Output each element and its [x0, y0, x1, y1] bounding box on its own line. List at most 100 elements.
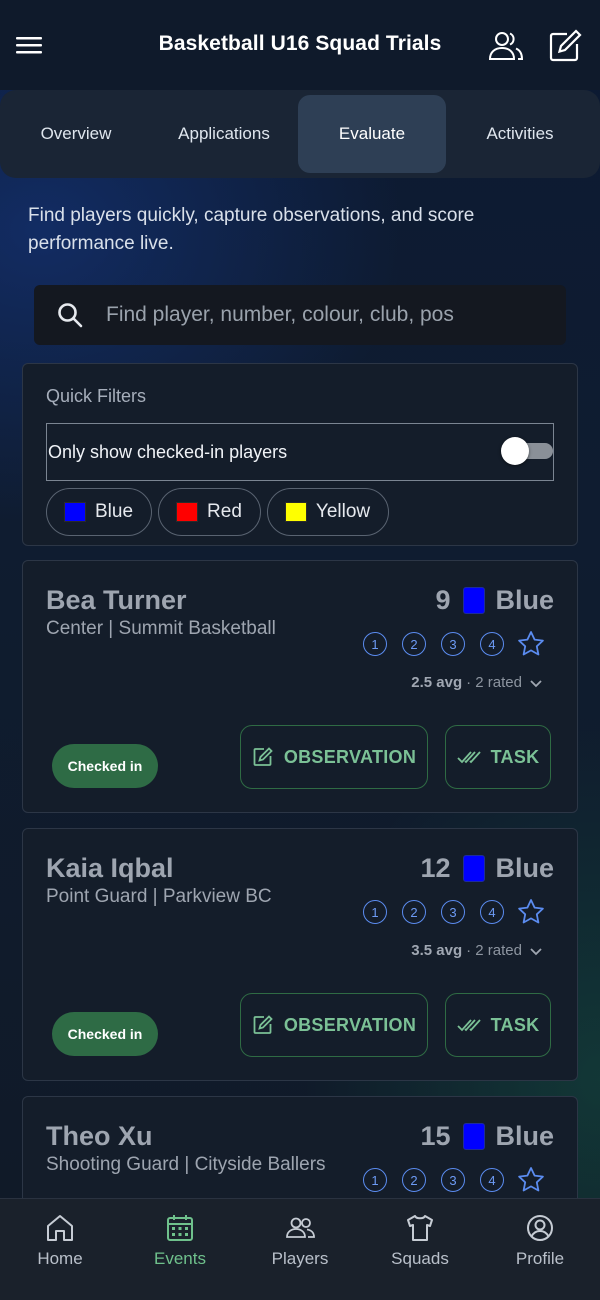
checked-in-toggle-row[interactable]: Only show checked-in players [46, 423, 554, 481]
rating-3-button[interactable]: 3 [441, 632, 465, 656]
rating-count: · 2 rated [466, 674, 522, 691]
rating-4-button[interactable]: 4 [480, 900, 504, 924]
nav-home[interactable]: Home [0, 1199, 120, 1300]
player-color-label: Blue [495, 1121, 554, 1151]
player-number: 15 [420, 1121, 451, 1151]
status-badge: Checked in [52, 1012, 158, 1056]
tab-activities[interactable]: Activities [446, 95, 594, 173]
rating-count: · 2 rated [466, 942, 522, 959]
chip-label: Yellow [315, 501, 371, 522]
rating-3-button[interactable]: 3 [441, 900, 465, 924]
nav-label: Profile [515, 1249, 565, 1268]
rating-buttons: 1 2 3 4 [363, 1165, 546, 1195]
checked-in-toggle-label: Only show checked-in players [48, 441, 288, 462]
chip-yellow[interactable]: Yellow [266, 488, 390, 536]
player-name: Bea Turner [46, 585, 187, 615]
chevron-down-icon [530, 679, 542, 687]
rating-summary[interactable]: 3.5 avg · 2 rated [411, 942, 544, 959]
tab-overview[interactable]: Overview [2, 95, 150, 173]
rating-2-button[interactable]: 2 [402, 900, 426, 924]
player-number: 9 [435, 585, 451, 615]
task-label: TASK [490, 1014, 540, 1035]
rating-buttons: 1 2 3 4 [363, 897, 546, 927]
home-icon [47, 1215, 73, 1241]
task-button[interactable]: TASK [445, 993, 551, 1057]
people-icon [286, 1217, 315, 1238]
switch-knob [501, 437, 529, 465]
chip-label: Red [207, 501, 242, 522]
quick-filters-label: Quick Filters [46, 386, 147, 406]
red-swatch [176, 502, 199, 522]
edit-square-icon[interactable] [545, 26, 585, 66]
checked-in-switch[interactable] [501, 437, 553, 465]
rating-2-button[interactable]: 2 [402, 632, 426, 656]
rating-3-button[interactable]: 3 [441, 1168, 465, 1192]
player-card[interactable]: Kaia Iqbal Point Guard | Parkview BC 12 … [22, 828, 578, 1081]
double-check-icon [456, 1019, 481, 1032]
bottom-nav: Home Events Players Squads Profile [0, 1198, 600, 1300]
tab-applications[interactable]: Applications [150, 95, 298, 173]
star-icon[interactable] [516, 897, 546, 927]
edit-icon [253, 747, 273, 766]
player-color-label: Blue [495, 853, 554, 883]
observation-button[interactable]: OBSERVATION [240, 993, 428, 1057]
nav-players[interactable]: Players [240, 1199, 360, 1300]
rating-1-button[interactable]: 1 [363, 900, 387, 924]
nav-squads[interactable]: Squads [360, 1199, 480, 1300]
app: Basketball U16 Squad Trials Overview App… [0, 0, 600, 1300]
player-name: Kaia Iqbal [46, 853, 174, 883]
star-icon[interactable] [516, 629, 546, 659]
player-position-club: Center | Summit Basketball [46, 618, 276, 639]
search-bar [34, 285, 566, 345]
user-circle-icon [527, 1215, 553, 1241]
player-color-label: Blue [495, 585, 554, 615]
task-button[interactable]: TASK [445, 725, 551, 789]
rating-average: 2.5 avg [411, 674, 463, 691]
app-header: Basketball U16 Squad Trials [0, 0, 600, 90]
nav-events[interactable]: Events [120, 1199, 240, 1300]
quick-filters-panel: Quick Filters Only show checked-in playe… [22, 363, 578, 546]
nav-label: Players [271, 1249, 329, 1268]
rating-2-button[interactable]: 2 [402, 1168, 426, 1192]
rating-4-button[interactable]: 4 [480, 1168, 504, 1192]
observation-label: OBSERVATION [283, 746, 417, 767]
color-filter-chips: Blue Red Yellow [46, 488, 390, 536]
rating-summary[interactable]: 2.5 avg · 2 rated [411, 674, 544, 691]
people-icon[interactable] [486, 26, 526, 66]
player-number-color: 9 Blue [435, 585, 554, 616]
rating-buttons: 1 2 3 4 [363, 629, 546, 659]
nav-label: Events [154, 1249, 206, 1268]
chip-red[interactable]: Red [158, 488, 261, 536]
search-input[interactable] [106, 303, 486, 327]
double-check-icon [456, 751, 481, 764]
intro-text: Find players quickly, capture observatio… [28, 205, 475, 254]
player-position-club: Shooting Guard | Cityside Ballers [46, 1154, 326, 1175]
player-card[interactable]: Bea Turner Center | Summit Basketball 9 … [22, 560, 578, 813]
rating-4-button[interactable]: 4 [480, 632, 504, 656]
rating-average: 3.5 avg [411, 942, 463, 959]
nav-label: Squads [391, 1249, 449, 1268]
blue-swatch [463, 855, 486, 882]
player-position-club: Point Guard | Parkview BC [46, 886, 272, 907]
search-icon [58, 303, 83, 328]
nav-label: Home [37, 1249, 83, 1268]
observation-label: OBSERVATION [283, 1014, 417, 1035]
task-label: TASK [490, 746, 540, 767]
tab-bar: Overview Applications Evaluate Activitie… [0, 90, 600, 178]
rating-1-button[interactable]: 1 [363, 1168, 387, 1192]
yellow-swatch [284, 502, 307, 522]
tab-evaluate[interactable]: Evaluate [298, 95, 446, 173]
player-number: 12 [420, 853, 451, 883]
star-icon[interactable] [516, 1165, 546, 1195]
status-badge: Checked in [52, 744, 158, 788]
player-number-color: 15 Blue [420, 1121, 554, 1152]
rating-1-button[interactable]: 1 [363, 632, 387, 656]
shirt-icon [407, 1215, 433, 1241]
player-number-color: 12 Blue [420, 853, 554, 884]
blue-swatch [463, 587, 486, 614]
observation-button[interactable]: OBSERVATION [240, 725, 428, 789]
nav-profile[interactable]: Profile [480, 1199, 600, 1300]
chip-label: Blue [95, 501, 134, 522]
player-name: Theo Xu [46, 1121, 153, 1151]
chip-blue[interactable]: Blue [46, 488, 153, 536]
